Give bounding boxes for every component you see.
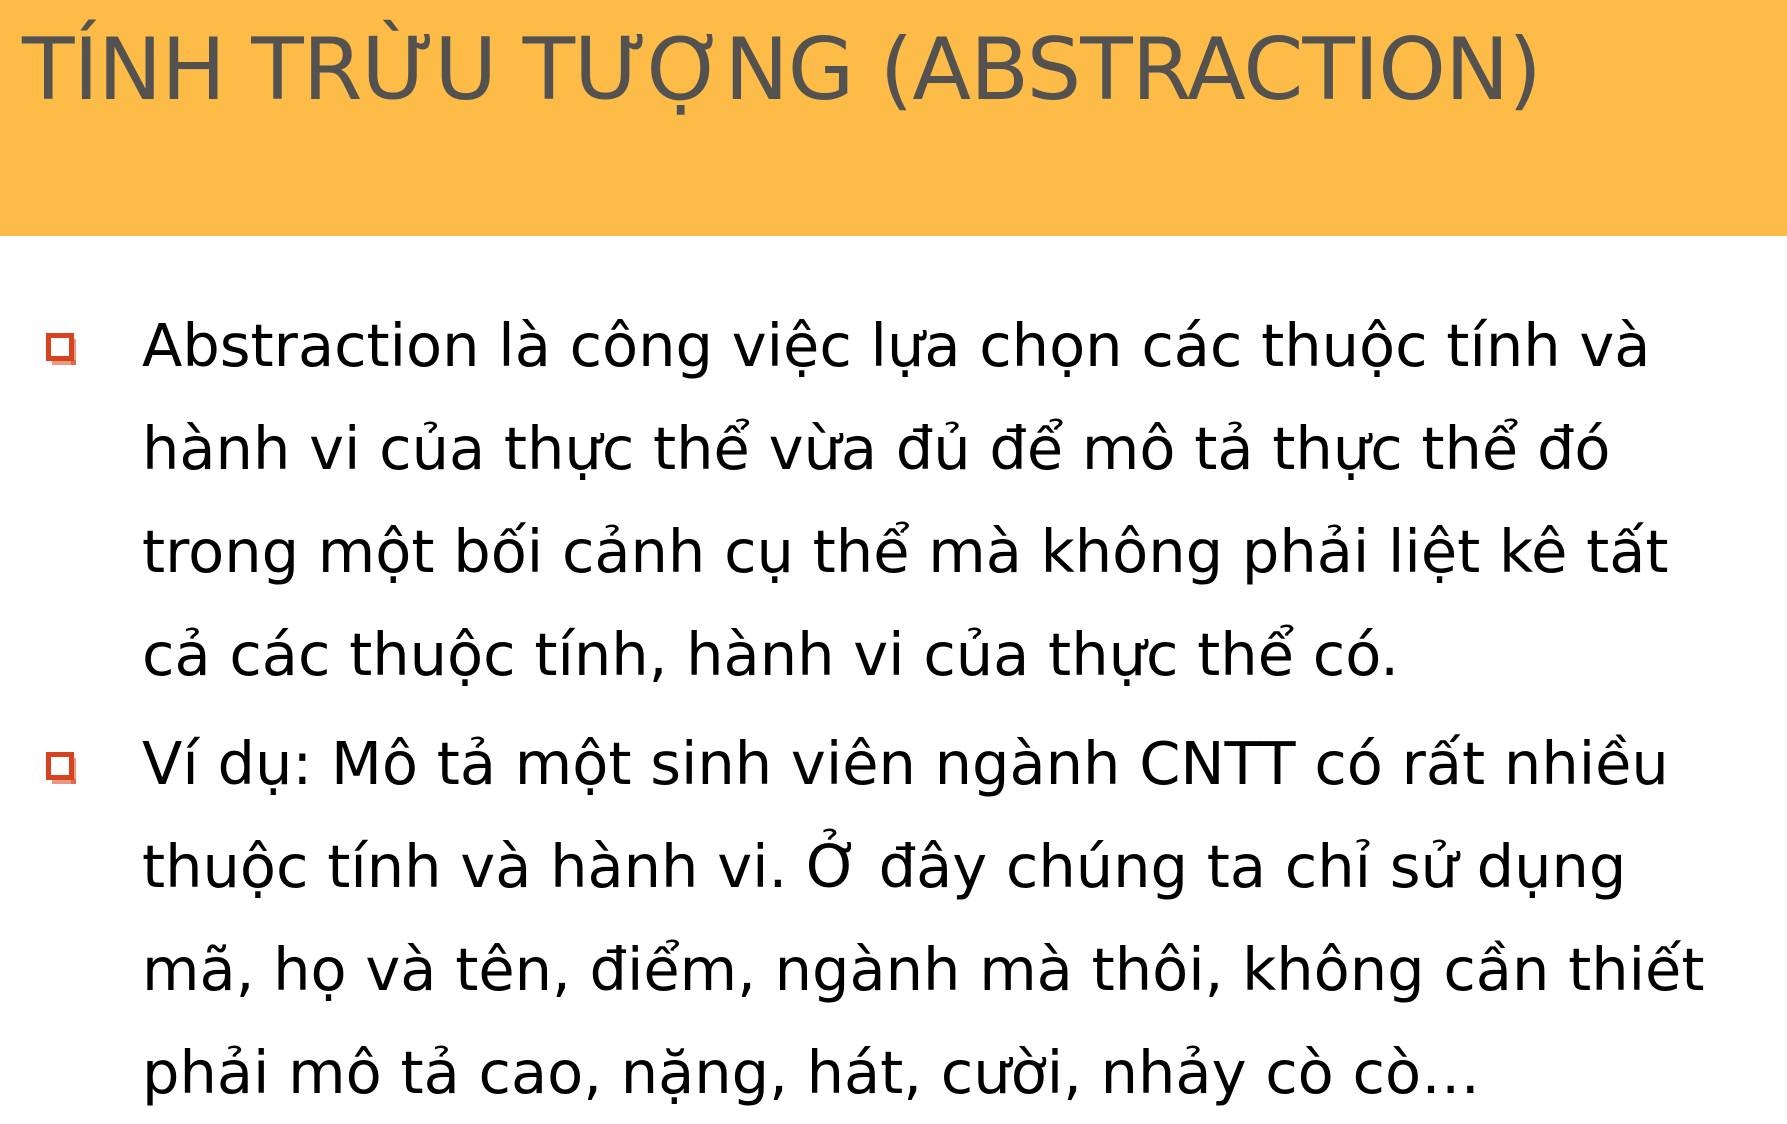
paragraph-line: trong một bối cảnh cụ thể mà không phải … [142,517,1669,586]
paragraph-line: mã, họ và tên, điểm, ngành mà thôi, khôn… [142,935,1705,1004]
paragraph-line: phải mô tả cao, nặng, hát, cười, nhảy cò… [142,1038,1481,1107]
bullet-paragraph: Ví dụ: Mô tả một sinh viên ngành CNTT có… [142,712,1782,1124]
paragraph-line: Abstraction là công việc lựa chọn các th… [142,311,1651,380]
slide-body: Abstraction là công việc lựa chọn các th… [0,0,1787,1123]
paragraph-line: cả các thuộc tính, hành vi của thực thể … [142,620,1400,689]
paragraph-line: Ví dụ: Mô tả một sinh viên ngành CNTT có… [142,729,1669,798]
hollow-square-bullet-icon [44,331,76,365]
bullet-paragraph: Abstraction là công việc lựa chọn các th… [142,294,1782,706]
paragraph-line: hành vi của thực thể vừa đủ để mô tả thự… [142,414,1611,483]
hollow-square-bullet-icon [44,750,76,784]
paragraph-line: thuộc tính và hành vi. Ở đây chúng ta ch… [142,832,1627,901]
